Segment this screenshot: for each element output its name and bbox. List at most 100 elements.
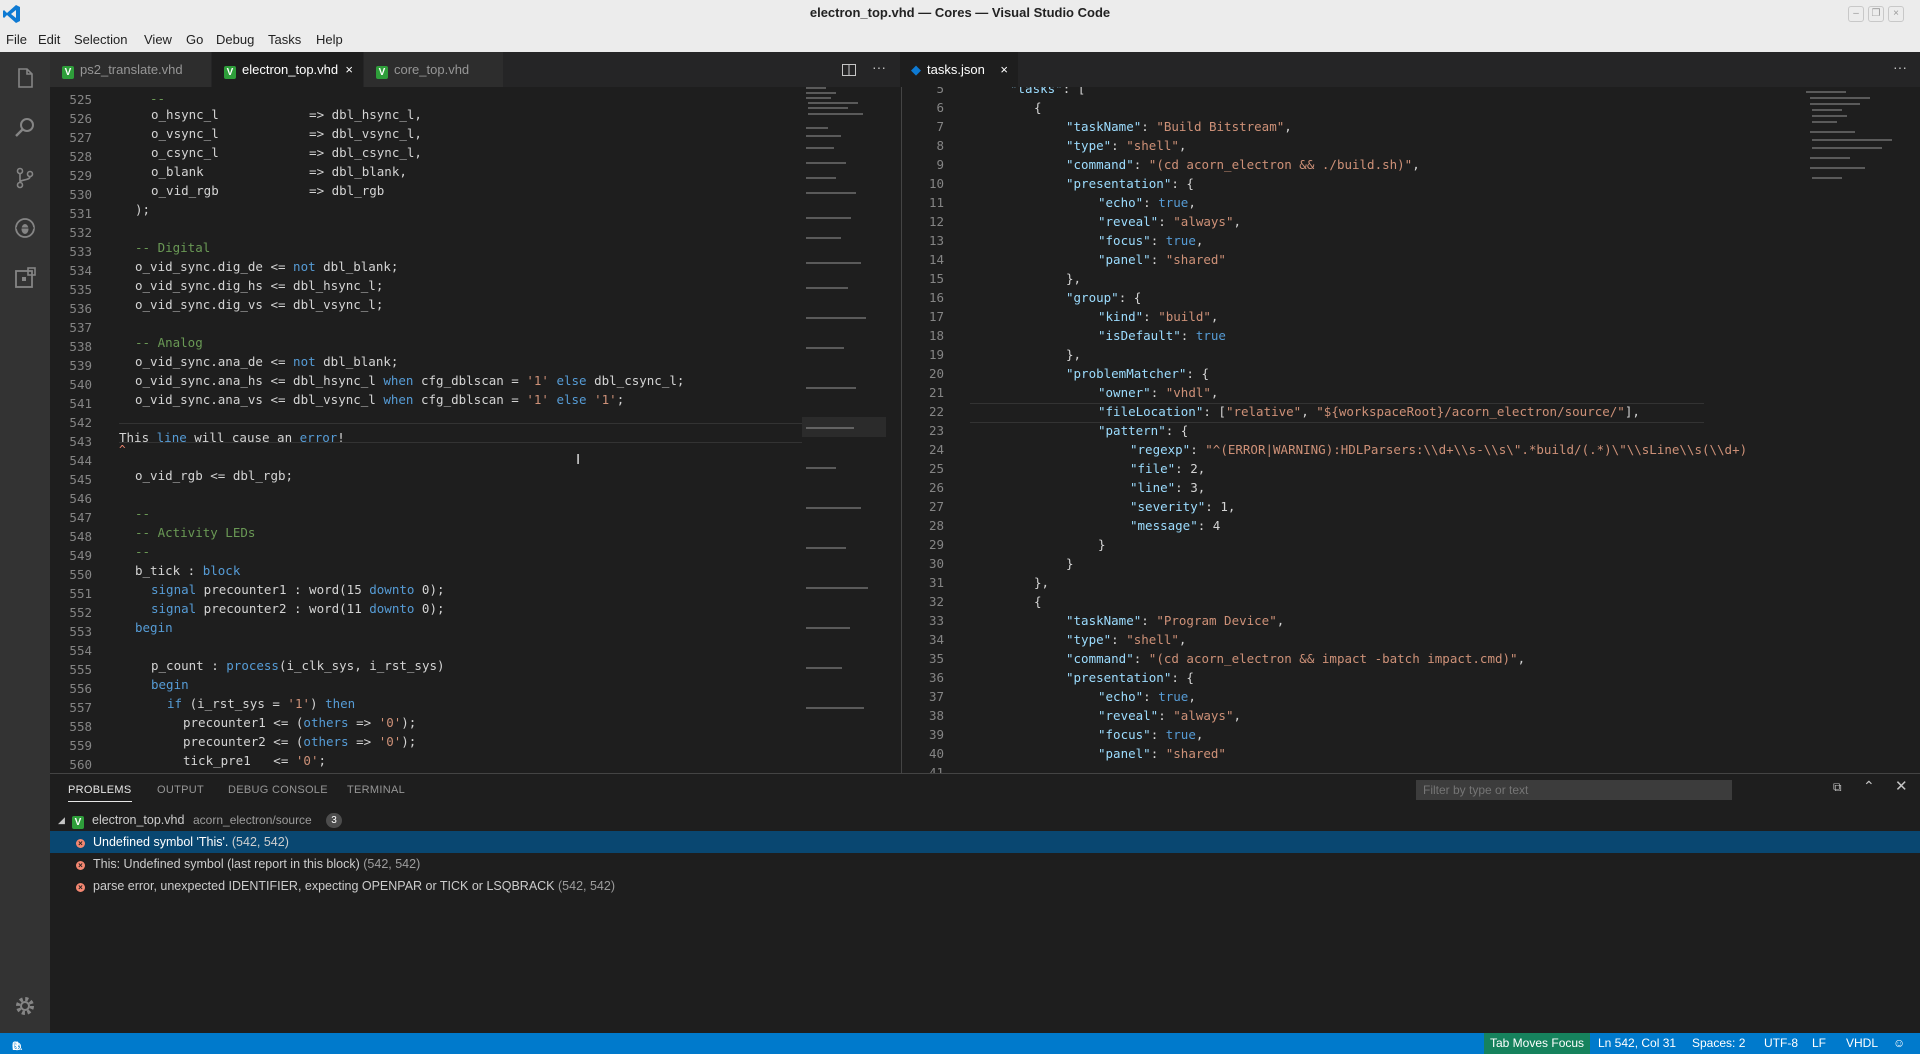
line-number: 549 <box>69 548 92 563</box>
close-tab-icon[interactable]: × <box>345 52 353 87</box>
line-number: 545 <box>69 472 92 487</box>
tab-output[interactable]: OUTPUT <box>157 784 204 796</box>
close-panel-icon[interactable]: ✕ <box>1895 777 1908 795</box>
collapse-all-icon[interactable]: ⧉ <box>1833 780 1842 795</box>
search-icon[interactable] <box>13 116 37 140</box>
error-line: This line will cause an error! <box>119 430 345 445</box>
debug-icon[interactable] <box>13 216 37 240</box>
menu-edit[interactable]: Edit <box>38 32 60 47</box>
chevron-down-icon[interactable]: ◢ <box>58 809 65 831</box>
json-file-icon: ◆ <box>911 62 921 77</box>
line-number: 530 <box>69 187 92 202</box>
menu-selection[interactable]: Selection <box>74 32 127 47</box>
menu-tasks[interactable]: Tasks <box>268 32 301 47</box>
activity-bar <box>0 52 50 1033</box>
problem-row[interactable]: × This: Undefined symbol (last report in … <box>50 853 1920 875</box>
menu-go[interactable]: Go <box>186 32 203 47</box>
line-number: 20 <box>928 366 944 381</box>
feedback-smiley-icon[interactable]: ☺ <box>1893 1036 1905 1050</box>
language-mode[interactable]: VHDL <box>1846 1036 1878 1050</box>
left-editor[interactable]: 524 525 526 527 528 529 530 531 532 533 534 535 536 5… <box>50 87 886 773</box>
line-number: 526 <box>69 111 92 126</box>
line-number: 30 <box>928 556 944 571</box>
menu-file[interactable]: File <box>6 32 27 47</box>
problem-file-path: acorn_electron/source <box>193 813 312 827</box>
indentation[interactable]: Spaces: 2 <box>1692 1036 1745 1050</box>
tab-tasks-json[interactable]: ◆ tasks.json × <box>901 52 1019 87</box>
line-number: 543 <box>69 434 92 449</box>
error-icon: × <box>76 839 85 848</box>
line-number: 32 <box>928 594 944 609</box>
window-title: electron_top.vhd — Cores — Visual Studio… <box>809 5 1111 20</box>
line-number: 555 <box>69 662 92 677</box>
line-number: 547 <box>69 510 92 525</box>
line-number: 7 <box>936 119 944 134</box>
encoding[interactable]: UTF-8 <box>1764 1036 1798 1050</box>
tab-terminal[interactable]: TERMINAL <box>347 784 405 796</box>
vhdl-file-icon: V <box>376 66 388 79</box>
filter-input[interactable] <box>1416 780 1732 800</box>
bottom-panel: PROBLEMS OUTPUT DEBUG CONSOLE TERMINAL ⧉… <box>50 773 1920 1034</box>
line-number: 37 <box>928 689 944 704</box>
line-number: 35 <box>928 651 944 666</box>
tab-problems[interactable]: PROBLEMS <box>68 784 132 802</box>
line-number: 533 <box>69 244 92 259</box>
more-actions-icon[interactable]: ··· <box>1893 59 1907 75</box>
line-number: 556 <box>69 681 92 696</box>
line-number: 13 <box>928 233 944 248</box>
line-number: 540 <box>69 377 92 392</box>
line-number: 554 <box>69 643 92 658</box>
tab-label: electron_top.vhd <box>242 62 339 77</box>
problem-file-row[interactable]: ◢ V electron_top.vhd acorn_electron/sour… <box>50 809 1920 831</box>
line-number: 28 <box>928 518 944 533</box>
source-control-icon[interactable] <box>13 166 37 190</box>
line-number: 8 <box>936 138 944 153</box>
gear-icon[interactable] <box>13 994 37 1018</box>
minimize-button[interactable]: – <box>1848 6 1864 22</box>
line-number: 25 <box>928 461 944 476</box>
tab-electron-top[interactable]: Velectron_top.vhd × <box>212 52 364 87</box>
line-number: 11 <box>928 195 944 210</box>
line-number: 23 <box>928 423 944 438</box>
line-number: 26 <box>928 480 944 495</box>
minimap[interactable] <box>802 87 886 773</box>
cursor-position[interactable]: Ln 542, Col 31 <box>1598 1036 1676 1050</box>
tab-ps2-translate[interactable]: Vps2_translate.vhd <box>50 52 212 87</box>
files-icon[interactable] <box>13 66 37 90</box>
split-editor-icon[interactable] <box>842 64 856 76</box>
problem-row[interactable]: × parse error, unexpected IDENTIFIER, exp… <box>50 875 1920 897</box>
close-tab-icon[interactable]: × <box>1000 52 1008 87</box>
problem-row[interactable]: × Undefined symbol 'This'. (542, 542) <box>50 831 1920 853</box>
line-number: 551 <box>69 586 92 601</box>
problem-location: (542, 542) <box>558 879 615 893</box>
line-number: 16 <box>928 290 944 305</box>
more-actions-icon[interactable]: ··· <box>872 59 886 75</box>
line-number: 38 <box>928 708 944 723</box>
text-cursor-icon: I <box>576 451 581 468</box>
line-number: 560 <box>69 757 92 772</box>
tab-core-top[interactable]: Vcore_top.vhd <box>364 52 504 87</box>
tab-debug-console[interactable]: DEBUG CONSOLE <box>228 784 328 796</box>
maximize-panel-icon[interactable]: ⌃ <box>1863 778 1875 795</box>
line-number: 552 <box>69 605 92 620</box>
menu-view[interactable]: View <box>144 32 172 47</box>
menu-bar: File Edit Selection View Go Debug Tasks … <box>0 28 1920 52</box>
line-number: 14 <box>928 252 944 267</box>
minimap[interactable] <box>1802 87 1912 773</box>
line-number: 5 <box>936 87 944 96</box>
tab-focus-mode[interactable]: Tab Moves Focus <box>1484 1033 1591 1054</box>
tab-label: core_top.vhd <box>394 62 470 77</box>
close-window-button[interactable]: × <box>1888 6 1904 22</box>
line-number: 548 <box>69 529 92 544</box>
right-editor[interactable]: 5 6 7 8 9 10 11 12 13 14 15 16 17 18 19 20 21 22 23 24 25 26 2… <box>901 87 1920 773</box>
line-number: 535 <box>69 282 92 297</box>
restore-button[interactable]: ❐ <box>1868 6 1884 22</box>
extensions-icon[interactable] <box>13 266 37 290</box>
menu-help[interactable]: Help <box>316 32 343 47</box>
end-of-line[interactable]: LF <box>1812 1036 1826 1050</box>
line-number: 36 <box>928 670 944 685</box>
menu-debug[interactable]: Debug <box>216 32 254 47</box>
line-number: 31 <box>928 575 944 590</box>
problem-location: (542, 542) <box>231 835 289 849</box>
line-number: 22 <box>928 404 944 419</box>
